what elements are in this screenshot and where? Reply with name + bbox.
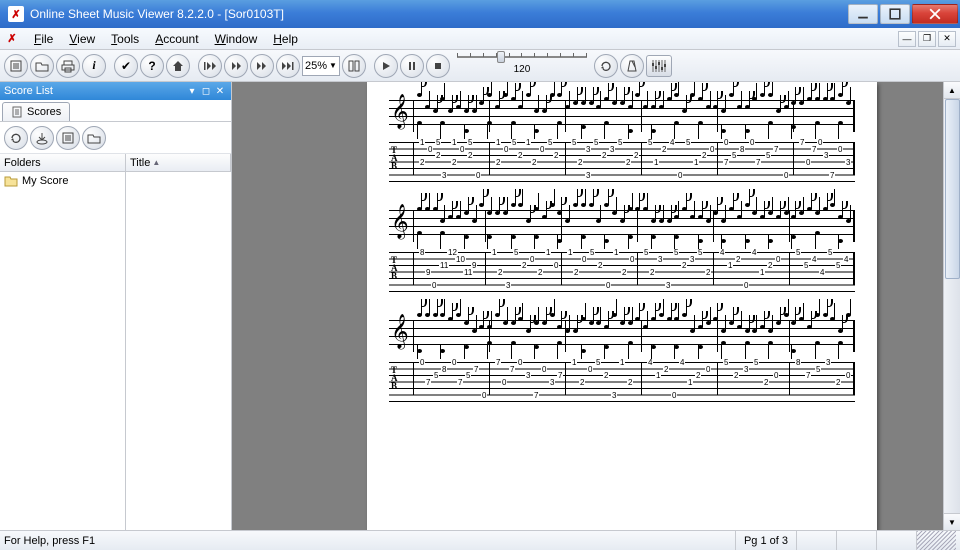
minimize-button[interactable] [848,4,878,24]
home-button[interactable] [166,54,190,78]
next-page-button[interactable] [250,54,274,78]
status-cell-1 [796,531,836,550]
tab-label: Scores [27,106,61,118]
folder-icon [4,175,18,187]
column-title[interactable]: Title ▲ [126,154,231,171]
scroll-down-icon[interactable]: ▼ [944,513,960,530]
score-page: 𝄞TAB120523120520120521205252335235225124… [367,82,877,530]
list-view-button[interactable] [56,126,80,150]
menu-tools[interactable]: Tools [103,30,147,48]
window-titlebar: ✗ Online Sheet Music Viewer 8.2.2.0 - [S… [0,0,960,28]
panel-dropdown-icon[interactable]: ▾ [185,84,199,98]
menu-account[interactable]: Account [147,30,206,48]
score-viewer: 𝄞TAB120523120520120521205252335235225124… [232,82,960,530]
menu-view[interactable]: View [61,30,103,48]
mixer-button[interactable] [646,55,672,77]
status-cell-2 [836,531,876,550]
panel-close-icon[interactable]: ✕ [213,84,227,98]
document-icon [11,106,23,118]
last-page-button[interactable] [276,54,300,78]
help-button[interactable]: ? [140,54,164,78]
folder-item[interactable]: My Score [2,174,123,188]
status-help: For Help, press F1 [4,535,735,547]
check-button[interactable]: ✔ [114,54,138,78]
pause-button[interactable] [400,54,424,78]
play-button[interactable] [374,54,398,78]
tempo-value: 120 [514,64,531,75]
menu-file[interactable]: File [26,30,61,48]
score-list-button[interactable] [4,54,28,78]
folders-pane: My Score [0,172,126,530]
prev-page-button[interactable] [224,54,248,78]
window-title: Online Sheet Music Viewer 8.2.2.0 - [Sor… [30,7,846,21]
status-page: Pg 1 of 3 [735,531,796,550]
vertical-scrollbar[interactable]: ▲ ▼ [943,82,960,530]
panel-pin-icon[interactable]: ◻ [199,84,213,98]
menu-help[interactable]: Help [265,30,306,48]
sidebar: Score List ▾ ◻ ✕ Scores Folders Title ▲ [0,82,232,530]
folder-label: My Score [22,175,68,187]
open-button[interactable] [30,54,54,78]
statusbar: For Help, press F1 Pg 1 of 3 [0,530,960,550]
doc-app-icon: ✗ [4,31,20,47]
toolbar: i ✔ ? 25%▼ 120 [0,50,960,82]
download-button[interactable] [30,126,54,150]
mdi-close-button[interactable]: ✕ [938,31,956,47]
panel-header: Score List ▾ ◻ ✕ [0,82,231,100]
menu-window[interactable]: Window [207,30,266,48]
menubar: ✗ File View Tools Account Window Help — … [0,28,960,50]
print-button[interactable] [56,54,80,78]
panel-title: Score List [4,85,53,97]
tempo-slider[interactable]: 120 [452,56,592,76]
mdi-restore-button[interactable]: ❐ [918,31,936,47]
column-folders[interactable]: Folders [0,154,126,171]
zoom-select[interactable]: 25%▼ [302,56,340,76]
maximize-button[interactable] [880,4,910,24]
resize-grip[interactable] [916,531,956,550]
open-folder-button[interactable] [82,126,106,150]
tab-scores[interactable]: Scores [2,102,70,121]
scroll-thumb[interactable] [945,99,960,279]
info-button[interactable]: i [82,54,106,78]
metronome-button[interactable] [620,54,644,78]
titles-pane [126,172,231,530]
refresh-button[interactable] [4,126,28,150]
loop-button[interactable] [594,54,618,78]
app-icon: ✗ [8,6,24,22]
scroll-up-icon[interactable]: ▲ [944,82,960,99]
first-page-button[interactable] [198,54,222,78]
status-cell-3 [876,531,916,550]
fit-width-button[interactable] [342,54,366,78]
mdi-minimize-button[interactable]: — [898,31,916,47]
stop-button[interactable] [426,54,450,78]
close-button[interactable] [912,4,958,24]
sort-asc-icon: ▲ [152,158,160,167]
